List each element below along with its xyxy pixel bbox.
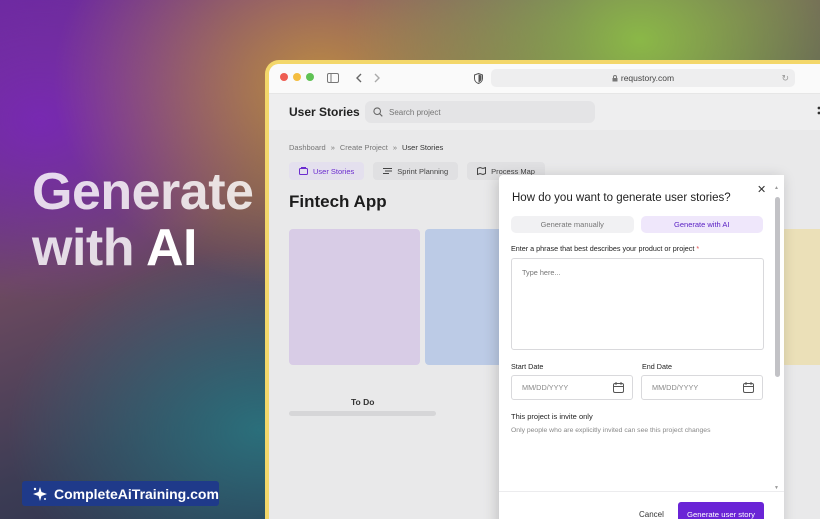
close-icon[interactable]: ✕ [757, 183, 766, 196]
modal-scrollbar[interactable]: ▲ ▼ [773, 185, 781, 493]
url-text: requstory.com [620, 73, 675, 83]
forward-arrow-icon[interactable] [374, 73, 381, 83]
story-card[interactable] [289, 229, 420, 365]
start-date-label: Start Date [511, 362, 544, 371]
project-title: Fintech App [289, 192, 387, 211]
map-icon [477, 167, 487, 175]
generate-stories-modal: How do you want to generate user stories… [499, 175, 784, 519]
breadcrumb: Dashboard » Create Project » User Storie… [289, 143, 443, 152]
cancel-button[interactable]: Cancel [639, 510, 664, 519]
tab-label: User Stories [313, 166, 355, 176]
breadcrumb-user-stories: User Stories [401, 143, 444, 152]
sidebar-toggle-icon[interactable] [327, 73, 339, 83]
hero-line-1: Generate [32, 163, 254, 221]
end-date-field[interactable]: MM/DD/YYYY [641, 375, 763, 400]
breadcrumb-separator-icon: » [330, 143, 335, 152]
lock-icon [612, 74, 618, 81]
app-header: User Stories [269, 94, 820, 130]
phrase-label: Enter a phrase that best describes your … [511, 244, 699, 253]
phrase-label-text: Enter a phrase that best describes your … [511, 244, 695, 253]
search-input[interactable] [389, 107, 569, 117]
story-card[interactable] [781, 229, 820, 365]
brand-logo-icon [33, 486, 47, 501]
sprint-icon [383, 168, 393, 174]
generate-user-story-button[interactable]: Generate user story [678, 502, 764, 519]
search-icon [373, 107, 383, 117]
reload-icon[interactable]: ↻ [781, 73, 789, 84]
breadcrumb-dashboard[interactable]: Dashboard [289, 143, 326, 152]
hero-ai-word: AI [146, 219, 198, 277]
tab-label: Sprint Planning [397, 166, 449, 176]
invite-only-description: Only people who are explicitly invited c… [511, 427, 711, 434]
brand-name: CompleteAiTraining.com [54, 485, 219, 502]
browser-titlebar: requstory.com ↻ [269, 64, 820, 94]
scroll-up-icon[interactable]: ▲ [774, 185, 779, 191]
address-bar[interactable]: requstory.com ↻ [491, 69, 795, 87]
hero-headline: Generate with AI [32, 163, 254, 276]
brand-badge: CompleteAiTraining.com [22, 481, 219, 506]
invite-only-title: This project is invite only [511, 412, 593, 421]
phrase-textarea[interactable] [511, 258, 764, 350]
tab-sprint-planning[interactable]: Sprint Planning [373, 162, 459, 180]
close-window-button[interactable] [280, 73, 288, 81]
modal-title: How do you want to generate user stories… [512, 192, 731, 204]
back-arrow-icon[interactable] [355, 73, 362, 83]
end-date-label: End Date [642, 362, 672, 371]
generation-mode-toggle: Generate manually Generate with AI [511, 216, 763, 233]
hero-line-2-prefix: with [32, 219, 146, 277]
start-date-field[interactable]: MM/DD/YYYY [511, 375, 633, 400]
minimize-window-button[interactable] [293, 73, 301, 81]
breadcrumb-create-project[interactable]: Create Project [340, 143, 388, 152]
stories-icon [299, 167, 308, 175]
calendar-icon[interactable] [613, 382, 624, 393]
column-label-todo: To Do [351, 397, 375, 407]
scroll-thumb[interactable] [775, 197, 780, 377]
shield-icon[interactable] [474, 73, 483, 84]
search-box[interactable] [365, 101, 595, 123]
generate-manually-option[interactable]: Generate manually [511, 216, 634, 233]
generate-with-ai-option[interactable]: Generate with AI [640, 216, 763, 233]
end-date-placeholder: MM/DD/YYYY [652, 383, 699, 392]
tab-user-stories[interactable]: User Stories [289, 162, 365, 180]
calendar-icon[interactable] [743, 382, 754, 393]
required-mark: * [696, 244, 700, 253]
breadcrumb-separator-icon: » [392, 143, 397, 152]
hero-line-2: with AI [32, 220, 253, 276]
column-progress-bar [289, 411, 436, 416]
footer-divider [499, 491, 784, 492]
maximize-window-button[interactable] [306, 73, 314, 81]
start-date-placeholder: MM/DD/YYYY [522, 383, 569, 392]
app-title: User Stories [289, 105, 360, 119]
